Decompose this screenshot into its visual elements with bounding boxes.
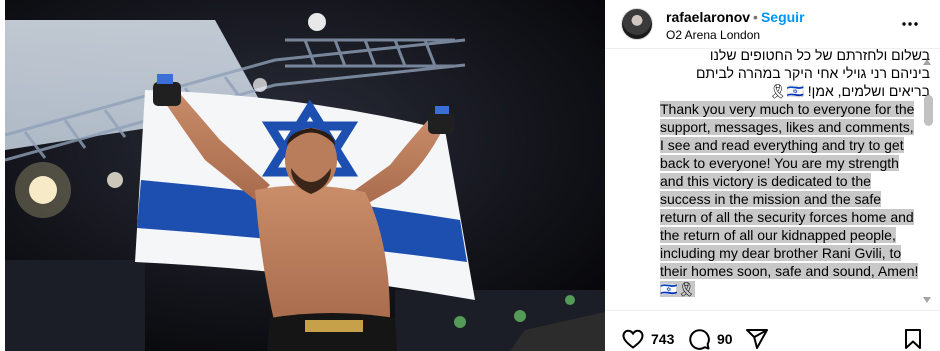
comment-icon — [689, 329, 710, 350]
caption-hebrew-line: בריאים ושלמים, אמן! 🇮🇱🎗 — [768, 83, 930, 99]
scroll-up-arrow-icon[interactable] — [922, 58, 932, 66]
share-button[interactable] — [745, 327, 769, 351]
caption-hebrew-line: ביניהם רני גוילי אחי היקר במהרה לביתם — [695, 65, 930, 81]
comment-button[interactable]: 90 — [687, 327, 733, 351]
avatar[interactable] — [621, 8, 653, 40]
post-photo[interactable] — [5, 0, 605, 351]
username-link[interactable]: rafaelaronov — [666, 9, 750, 25]
location-link[interactable]: O2 Arena London — [666, 28, 760, 42]
heart-icon — [622, 329, 644, 349]
save-button[interactable] — [901, 327, 925, 351]
user-line: rafaelaronov • Seguir — [666, 9, 805, 25]
separator-dot: • — [753, 9, 758, 25]
likes-count[interactable]: 743 — [651, 331, 674, 347]
more-horizontal-icon[interactable] — [898, 12, 922, 36]
caption-hebrew-line: בשלום ולחזרתם של כל החטופים שלנו — [709, 49, 930, 63]
post-header: rafaelaronov • Seguir O2 Arena London — [605, 0, 940, 49]
fighter-with-flag-image — [5, 0, 605, 351]
scrollbar-thumb[interactable] — [924, 95, 933, 126]
follow-button[interactable]: Seguir — [761, 9, 805, 25]
caption-english-text: Thank you very much to everyone for the … — [660, 100, 920, 298]
post-side-panel: rafaelaronov • Seguir O2 Arena London בשלו… — [605, 0, 940, 351]
bookmark-icon — [905, 329, 921, 349]
highlighted-caption-text: Thank you very much to everyone for the … — [660, 101, 919, 297]
share-icon — [746, 329, 768, 349]
comments-count[interactable]: 90 — [717, 331, 733, 347]
like-button[interactable]: 743 — [621, 327, 674, 351]
caption-area: בשלום ולחזרתם של כל החטופים שלנו ביניהם … — [605, 49, 940, 310]
scroll-down-arrow-icon[interactable] — [922, 296, 932, 304]
post-actions: 743 90 — [605, 310, 940, 351]
